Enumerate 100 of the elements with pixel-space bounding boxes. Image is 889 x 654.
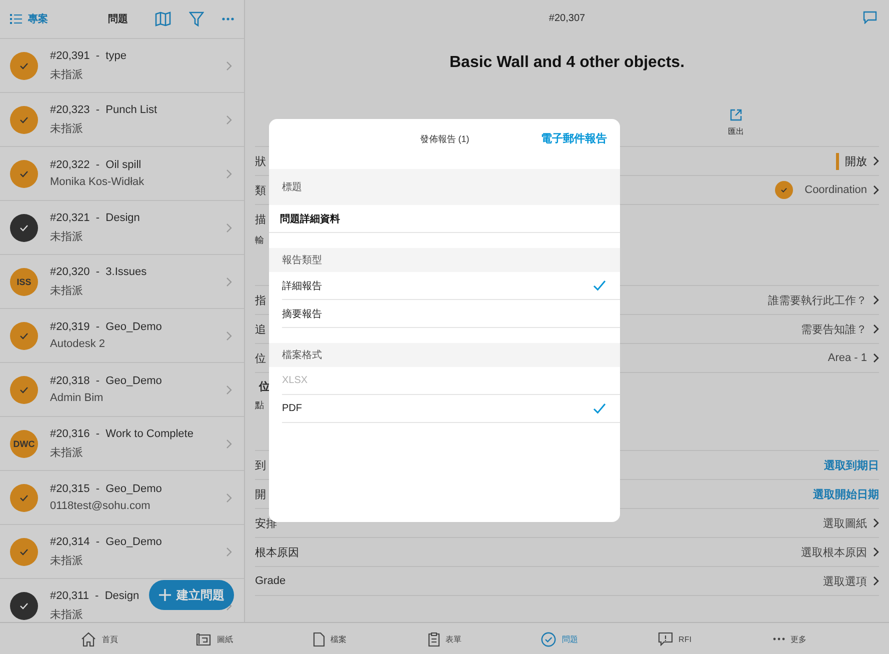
- chevron-icon: [226, 276, 232, 286]
- section-header: 檔案格式: [269, 343, 620, 367]
- field-value[interactable]: 選取選項: [823, 574, 867, 588]
- issue-assignee: 未指派: [50, 554, 83, 568]
- status-badge: DWC: [10, 430, 38, 458]
- email-report-button[interactable]: 電子郵件報告: [541, 131, 607, 146]
- issue-item[interactable]: #20,315 - Geo_Demo 0118test@sohu.com: [0, 471, 244, 525]
- issue-item[interactable]: DWC #20,316 - Work to Complete 未指派: [0, 417, 244, 471]
- issue-number: #20,307: [548, 12, 586, 24]
- section-header: 報告類型: [269, 248, 620, 272]
- type-value[interactable]: Coordination: [804, 184, 867, 196]
- issue-assignee: Admin Bim: [50, 392, 104, 404]
- field-value[interactable]: 誰需要執行此工作？: [768, 292, 867, 308]
- tab[interactable]: RFI: [617, 623, 732, 654]
- title-field[interactable]: 問題詳細資料: [280, 213, 480, 224]
- chevron-icon: [873, 353, 879, 363]
- issue-assignee: 未指派: [50, 608, 83, 622]
- status-badge: ISS: [10, 268, 38, 296]
- chevron-icon: [873, 576, 879, 586]
- status-value[interactable]: 開放: [845, 154, 867, 168]
- issue-assignee: 0118test@sohu.com: [50, 500, 150, 512]
- tab[interactable]: 首頁: [42, 623, 157, 654]
- field-label: 位: [259, 380, 270, 394]
- issue-item[interactable]: #20,314 - Geo_Demo 未指派: [0, 525, 244, 579]
- more-icon[interactable]: [222, 17, 234, 21]
- issue-assignee: 未指派: [50, 446, 83, 460]
- chevron-icon: [873, 547, 879, 557]
- chevron-icon: [873, 156, 879, 166]
- field-label: Grade: [255, 575, 286, 587]
- field-label: 點: [255, 399, 264, 412]
- create-issue-button[interactable]: 建立問題: [149, 580, 234, 610]
- chevron-icon: [226, 222, 232, 232]
- issue-item[interactable]: ISS #20,320 - 3.Issues 未指派: [0, 255, 244, 309]
- home-icon: [81, 632, 96, 646]
- issue-item[interactable]: #20,391 - type 未指派: [0, 39, 244, 93]
- field-value[interactable]: 選取圖紙: [823, 516, 867, 530]
- file-icon: [312, 632, 324, 646]
- clipboard-icon: [428, 632, 440, 646]
- option-row[interactable]: 摘要報告: [282, 300, 620, 328]
- issue-assignee: 未指派: [50, 284, 83, 298]
- chevron-icon: [873, 185, 879, 195]
- chevron-icon: [873, 324, 879, 334]
- comment-icon[interactable]: [863, 11, 877, 24]
- field-label: 描: [255, 213, 266, 227]
- share-icon: [730, 109, 742, 121]
- list-icon: [10, 14, 22, 24]
- chevron-icon: [226, 384, 232, 394]
- filter-icon[interactable]: [189, 11, 204, 27]
- issue-item[interactable]: #20,319 - Geo_Demo Autodesk 2: [0, 309, 244, 363]
- field-label: 狀: [255, 154, 266, 168]
- issue-heading: Basic Wall and 4 other objects.: [448, 54, 686, 72]
- issue-title: #20,314 - Geo_Demo: [50, 536, 162, 548]
- alert-bubble-icon: [658, 632, 673, 646]
- issue-assignee: Monika Kos-Widłak: [50, 176, 144, 188]
- dialog-title: 發佈報告 (1): [420, 133, 470, 146]
- issue-title: #20,316 - Work to Complete: [50, 428, 194, 440]
- option-row[interactable]: PDF: [282, 395, 620, 423]
- issue-assignee: 未指派: [50, 68, 83, 82]
- issue-title: #20,391 - type: [50, 50, 126, 62]
- tab[interactable]: 表單: [387, 623, 502, 654]
- export-button[interactable]: 匯出: [728, 109, 744, 146]
- issue-item[interactable]: #20,318 - Geo_Demo Admin Bim: [0, 363, 244, 417]
- chevron-icon: [226, 438, 232, 448]
- field-label: 到: [255, 458, 266, 472]
- field-label: 指: [255, 294, 266, 308]
- issue-title: #20,315 - Geo_Demo: [50, 483, 162, 495]
- option-row[interactable]: 詳細報告: [282, 272, 620, 300]
- issue-item[interactable]: #20,322 - Oil spill Monika Kos-Widłak: [0, 147, 244, 201]
- chevron-icon: [226, 60, 232, 70]
- chevron-icon: [226, 546, 232, 556]
- issue-title: #20,311 - Design: [50, 590, 140, 602]
- issue-item[interactable]: #20,323 - Punch List 未指派: [0, 93, 244, 147]
- chevron-icon: [873, 518, 879, 528]
- plus-icon: [158, 589, 170, 601]
- field-label: 開: [255, 488, 266, 502]
- field-label: 輸: [255, 234, 264, 247]
- section-header: 標題: [269, 169, 620, 205]
- issue-title: #20,319 - Geo_Demo: [50, 321, 162, 333]
- issue-title: #20,321 - Design: [50, 212, 140, 224]
- more-icon: [772, 637, 784, 641]
- field-label: 根本原因: [255, 546, 299, 560]
- issue-title: #20,318 - Geo_Demo: [50, 375, 162, 387]
- chevron-icon: [226, 492, 232, 502]
- tab[interactable]: 檔案: [272, 623, 387, 654]
- field-label: 類: [255, 184, 266, 198]
- issue-title: #20,323 - Punch List: [50, 104, 158, 116]
- panel-title: 問題: [108, 12, 128, 26]
- tab[interactable]: 更多: [732, 623, 847, 654]
- issue-assignee: 未指派: [50, 122, 83, 136]
- map-icon[interactable]: [155, 11, 171, 27]
- field-value[interactable]: Area - 1: [828, 352, 867, 364]
- chevron-icon: [226, 168, 232, 178]
- chevron-icon: [873, 295, 879, 305]
- issue-item[interactable]: #20,321 - Design 未指派: [0, 201, 244, 255]
- issue-title: #20,320 - 3.Issues: [50, 266, 147, 278]
- tab[interactable]: 圖紙: [157, 623, 272, 654]
- field-label: 位: [255, 352, 266, 366]
- issue-assignee: Autodesk 2: [50, 338, 106, 350]
- field-value[interactable]: 選取根本原因: [801, 544, 867, 560]
- field-value[interactable]: 需要告知誰？: [801, 322, 867, 336]
